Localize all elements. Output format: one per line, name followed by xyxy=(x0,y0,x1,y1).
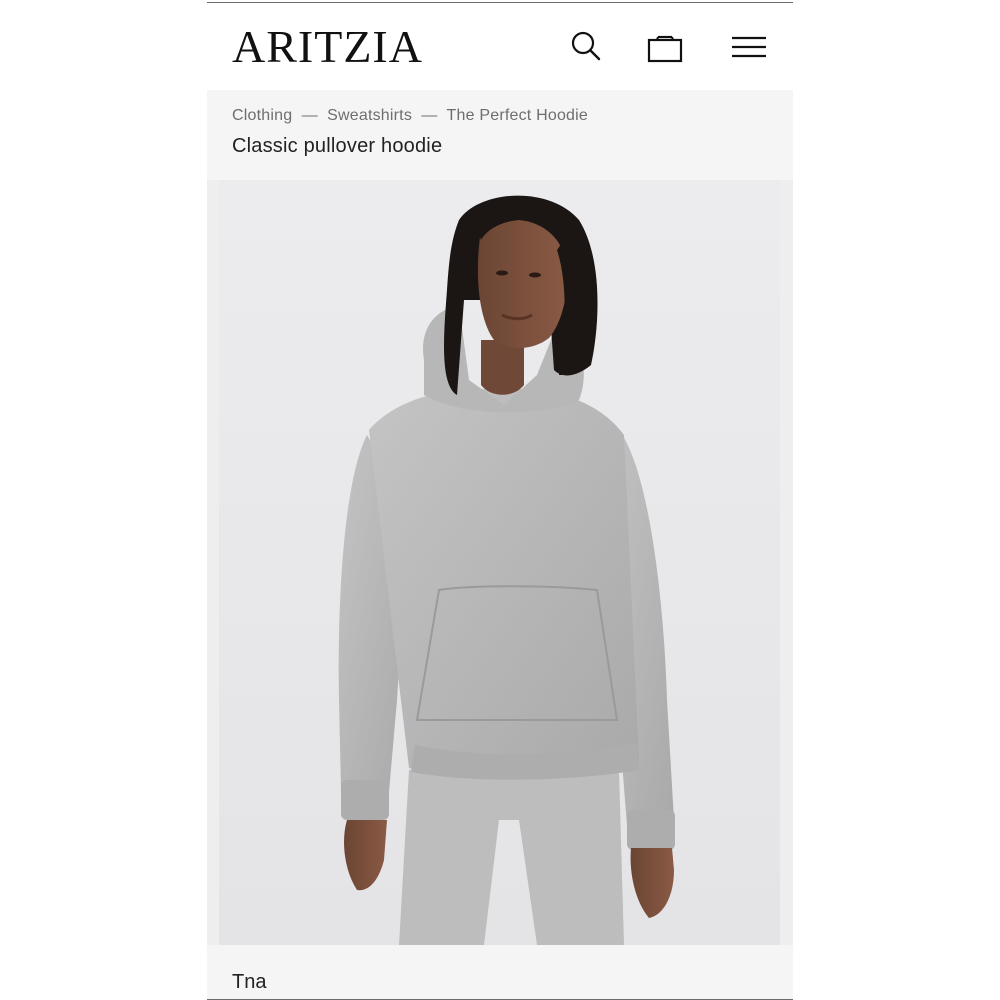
breadcrumb-item-clothing[interactable]: Clothing xyxy=(232,107,292,124)
site-header: ARITZIA xyxy=(207,3,793,90)
product-page: ARITZIA Clothing — Sweatshirts — The Per… xyxy=(207,2,793,1000)
breadcrumb-separator: — xyxy=(416,107,443,124)
menu-icon[interactable] xyxy=(729,27,769,67)
breadcrumb: Clothing — Sweatshirts — The Perfect Hoo… xyxy=(232,107,588,125)
breadcrumb-item-sweatshirts[interactable]: Sweatshirts xyxy=(327,107,412,124)
shopping-bag-icon[interactable] xyxy=(645,27,685,67)
brand-name[interactable]: Tna xyxy=(232,971,266,994)
product-title: Classic pullover hoodie xyxy=(232,135,443,157)
product-image-frame xyxy=(207,180,793,945)
product-image[interactable] xyxy=(219,180,780,945)
product-heading-panel: Clothing — Sweatshirts — The Perfect Hoo… xyxy=(207,90,793,180)
search-icon[interactable] xyxy=(567,27,607,67)
breadcrumb-item-perfect-hoodie[interactable]: The Perfect Hoodie xyxy=(447,107,588,124)
breadcrumb-separator: — xyxy=(296,107,323,124)
product-brand-panel: Tna xyxy=(207,945,793,999)
aritzia-logo[interactable]: ARITZIA xyxy=(232,21,423,73)
